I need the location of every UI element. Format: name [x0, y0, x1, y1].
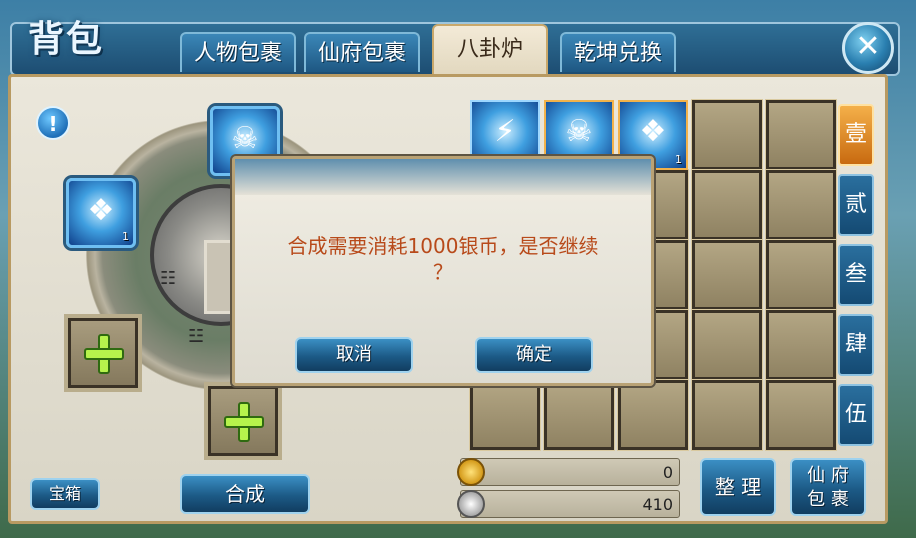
silver-amount: 410 [642, 495, 673, 514]
inventory-slot[interactable] [469, 379, 541, 451]
wheel-slot-left[interactable]: ❖ 1 [66, 178, 136, 248]
page-tab-3[interactable]: 叁 [838, 244, 874, 306]
tab-character-bag[interactable]: 人物包裹 [180, 32, 296, 72]
fairy-bag-label-line1: 仙 府 [807, 465, 849, 486]
inventory-slot[interactable] [765, 309, 837, 381]
inventory-slot[interactable] [543, 379, 615, 451]
confirm-dialog: 合成需要消耗1000银币，是否继续 ？ 取消 确定 [232, 156, 654, 386]
skull-crystal-icon: ☠ [231, 121, 259, 156]
gold-amount: 0 [662, 463, 673, 482]
plus-icon [224, 402, 264, 442]
shattered-stone-icon: ❖ [639, 114, 667, 149]
gold-coin-icon [457, 458, 485, 486]
inventory-slot[interactable] [691, 309, 763, 381]
inventory-slot[interactable] [691, 379, 763, 451]
wheel-slot-add-left[interactable] [68, 318, 138, 388]
plus-icon [84, 334, 124, 374]
fairy-bag-button[interactable]: 仙 府 包 裹 [790, 458, 866, 516]
exclamation-icon[interactable]: ! [36, 106, 70, 140]
shattered-stone-icon: ❖ [87, 193, 115, 228]
organize-button[interactable]: 整 理 [700, 458, 776, 516]
dialog-header [235, 159, 651, 195]
dialog-message-line1: 合成需要消耗1000银币，是否继续 [287, 234, 599, 258]
inventory-slot[interactable] [765, 99, 837, 171]
page-tab-2[interactable]: 贰 [838, 174, 874, 236]
silver-coin-icon [457, 490, 485, 518]
close-x-icon: ✕ [855, 29, 881, 64]
inventory-slot[interactable] [765, 239, 837, 311]
dialog-message: 合成需要消耗1000银币，是否继续 ？ [257, 233, 629, 285]
inventory-slot[interactable] [617, 379, 689, 451]
treasure-box-button[interactable]: 宝箱 [30, 478, 100, 510]
page-tab-5[interactable]: 伍 [838, 384, 874, 446]
tab-qiankun-exchange[interactable]: 乾坤兑换 [560, 32, 676, 72]
synthesize-button[interactable]: 合成 [180, 474, 310, 514]
close-button[interactable]: ✕ [842, 22, 894, 74]
inventory-slot[interactable] [691, 239, 763, 311]
inventory-slot[interactable] [765, 379, 837, 451]
silver-bar: 410 [457, 490, 680, 518]
inventory-slot[interactable] [691, 169, 763, 241]
wheel-slot-add-bottom[interactable] [208, 386, 278, 456]
page-tab-1[interactable]: 壹 [838, 104, 874, 166]
confirm-button[interactable]: 确定 [475, 337, 593, 373]
tab-fairy-bag[interactable]: 仙府包裹 [304, 32, 420, 72]
cancel-button[interactable]: 取消 [295, 337, 413, 373]
page-tab-4[interactable]: 肆 [838, 314, 874, 376]
skull-crystal-icon: ☠ [565, 114, 593, 149]
trigram-left: ☷ [160, 268, 177, 289]
window-title: 背包 [28, 19, 105, 60]
inventory-slot[interactable] [765, 169, 837, 241]
inventory-slot[interactable] [691, 99, 763, 171]
dialog-message-line2: ？ [433, 260, 453, 284]
tab-bagua-furnace[interactable]: 八卦炉 [432, 24, 548, 74]
lightning-icon: ⚡ [494, 114, 516, 149]
fairy-bag-label-line2: 包 裹 [807, 489, 849, 510]
trigram-bottom: ☳ [188, 326, 205, 347]
gold-bar: 0 [457, 458, 680, 486]
